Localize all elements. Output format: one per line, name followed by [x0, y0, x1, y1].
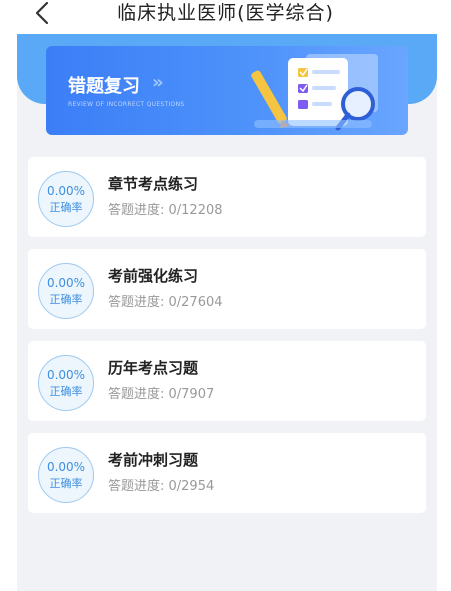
card-title: 考前强化练习: [108, 267, 199, 285]
accuracy-label: 正确率: [49, 201, 83, 214]
accuracy-label: 正确率: [49, 477, 83, 490]
accuracy-rate: 0.00%: [46, 184, 86, 198]
wrong-question-review-banner[interactable]: 错题复习 » REVIEW OF INCORRECT QUESTIONS: [46, 46, 408, 135]
card-title: 历年考点习题: [108, 359, 199, 377]
accuracy-rate: 0.00%: [46, 276, 86, 290]
double-chevron-right-icon: »: [152, 72, 164, 93]
accuracy-label: 正确率: [49, 385, 83, 398]
top-nav-bar: 临床执业医师(医学综合): [0, 0, 451, 34]
accuracy-circle: 0.00% 正确率: [38, 355, 94, 411]
card-title: 考前冲刺习题: [108, 451, 199, 469]
card-progress: 答题进度: 0/7907: [108, 387, 215, 402]
accuracy-rate: 0.00%: [46, 368, 86, 382]
list-item[interactable]: 0.00% 正确率 章节考点练习 答题进度: 0/12208: [28, 157, 426, 237]
accuracy-rate: 0.00%: [46, 460, 86, 474]
main-content: 错题复习 » REVIEW OF INCORRECT QUESTIONS 0.0…: [17, 34, 437, 591]
card-progress: 答题进度: 0/27604: [108, 295, 223, 310]
card-title: 章节考点练习: [108, 175, 199, 193]
card-progress: 答题进度: 0/12208: [108, 203, 223, 218]
list-item[interactable]: 0.00% 正确率 考前冲刺习题 答题进度: 0/2954: [28, 433, 426, 513]
accuracy-circle: 0.00% 正确率: [38, 171, 94, 227]
card-progress: 答题进度: 0/2954: [108, 479, 215, 494]
accuracy-circle: 0.00% 正确率: [38, 263, 94, 319]
accuracy-label: 正确率: [49, 293, 83, 306]
banner-title: 错题复习: [68, 76, 140, 97]
banner-subtitle: REVIEW OF INCORRECT QUESTIONS: [68, 101, 185, 108]
clipboard-pencil-magnifier-illustration: [251, 54, 378, 131]
accuracy-circle: 0.00% 正确率: [38, 447, 94, 503]
list-item[interactable]: 0.00% 正确率 考前强化练习 答题进度: 0/27604: [28, 249, 426, 329]
list-item[interactable]: 0.00% 正确率 历年考点习题 答题进度: 0/7907: [28, 341, 426, 421]
page-title: 临床执业医师(医学综合): [117, 2, 334, 24]
